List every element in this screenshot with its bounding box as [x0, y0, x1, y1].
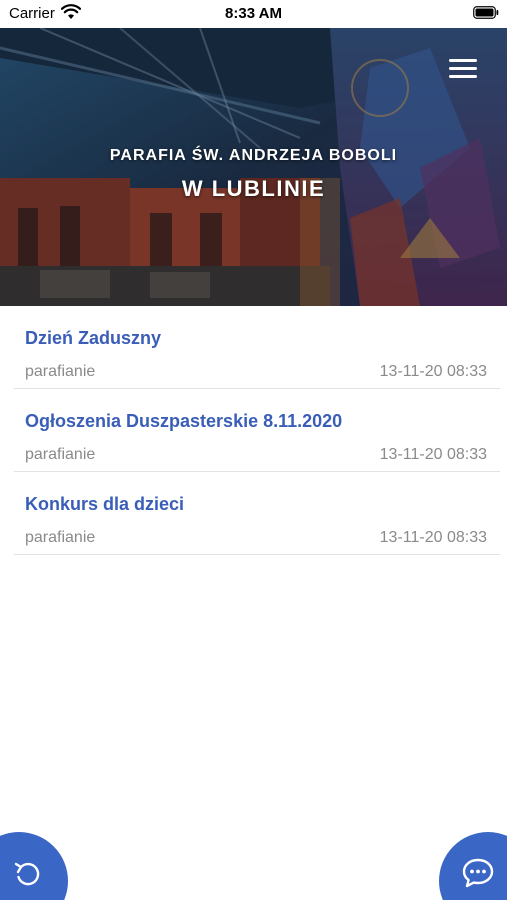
- parish-subtitle: W LUBLINIE: [181, 176, 326, 201]
- post-title[interactable]: Konkurs dla dzieci: [25, 494, 184, 515]
- post-author: parafianie: [25, 446, 96, 463]
- post-author: parafianie: [25, 529, 96, 546]
- parish-title: PARAFIA ŚW. ANDRZEJA BOBOLI: [109, 147, 398, 164]
- menu-bar-bottom: [449, 75, 477, 78]
- post-author: parafianie: [25, 363, 96, 380]
- status-bar: Carrier 8:33 AM: [0, 0, 507, 28]
- posts-list: Dzień Zaduszny parafianie 13-11-20 08:33…: [14, 306, 500, 555]
- battery-icon: [473, 6, 499, 19]
- post-item[interactable]: Dzień Zaduszny parafianie 13-11-20 08:33: [14, 306, 500, 389]
- hero-header: PARAFIA ŚW. ANDRZEJA BOBOLI W LUBLINIE: [0, 28, 507, 306]
- status-time: 8:33 AM: [225, 5, 282, 22]
- menu-bar-middle: [449, 67, 477, 70]
- hamburger-menu-icon[interactable]: [447, 57, 479, 81]
- post-title[interactable]: Ogłoszenia Duszpasterskie 8.11.2020: [25, 411, 342, 432]
- post-title[interactable]: Dzień Zaduszny: [25, 328, 161, 349]
- post-date: 13-11-20 08:33: [379, 446, 487, 463]
- post-date: 13-11-20 08:33: [379, 529, 487, 546]
- refresh-button[interactable]: [0, 832, 68, 900]
- chat-bubble-icon: [462, 858, 494, 888]
- app-screen: Carrier 8:33 AM PARAFIA ŚW. ANDRZEJA BOB…: [0, 0, 507, 900]
- chat-button[interactable]: [439, 832, 507, 900]
- post-item[interactable]: Konkurs dla dzieci parafianie 13-11-20 0…: [14, 472, 500, 555]
- hero-overlay: [0, 28, 507, 306]
- post-date: 13-11-20 08:33: [379, 363, 487, 380]
- refresh-icon: [14, 862, 40, 886]
- menu-bar-top: [449, 59, 477, 62]
- post-item[interactable]: Ogłoszenia Duszpasterskie 8.11.2020 para…: [14, 389, 500, 472]
